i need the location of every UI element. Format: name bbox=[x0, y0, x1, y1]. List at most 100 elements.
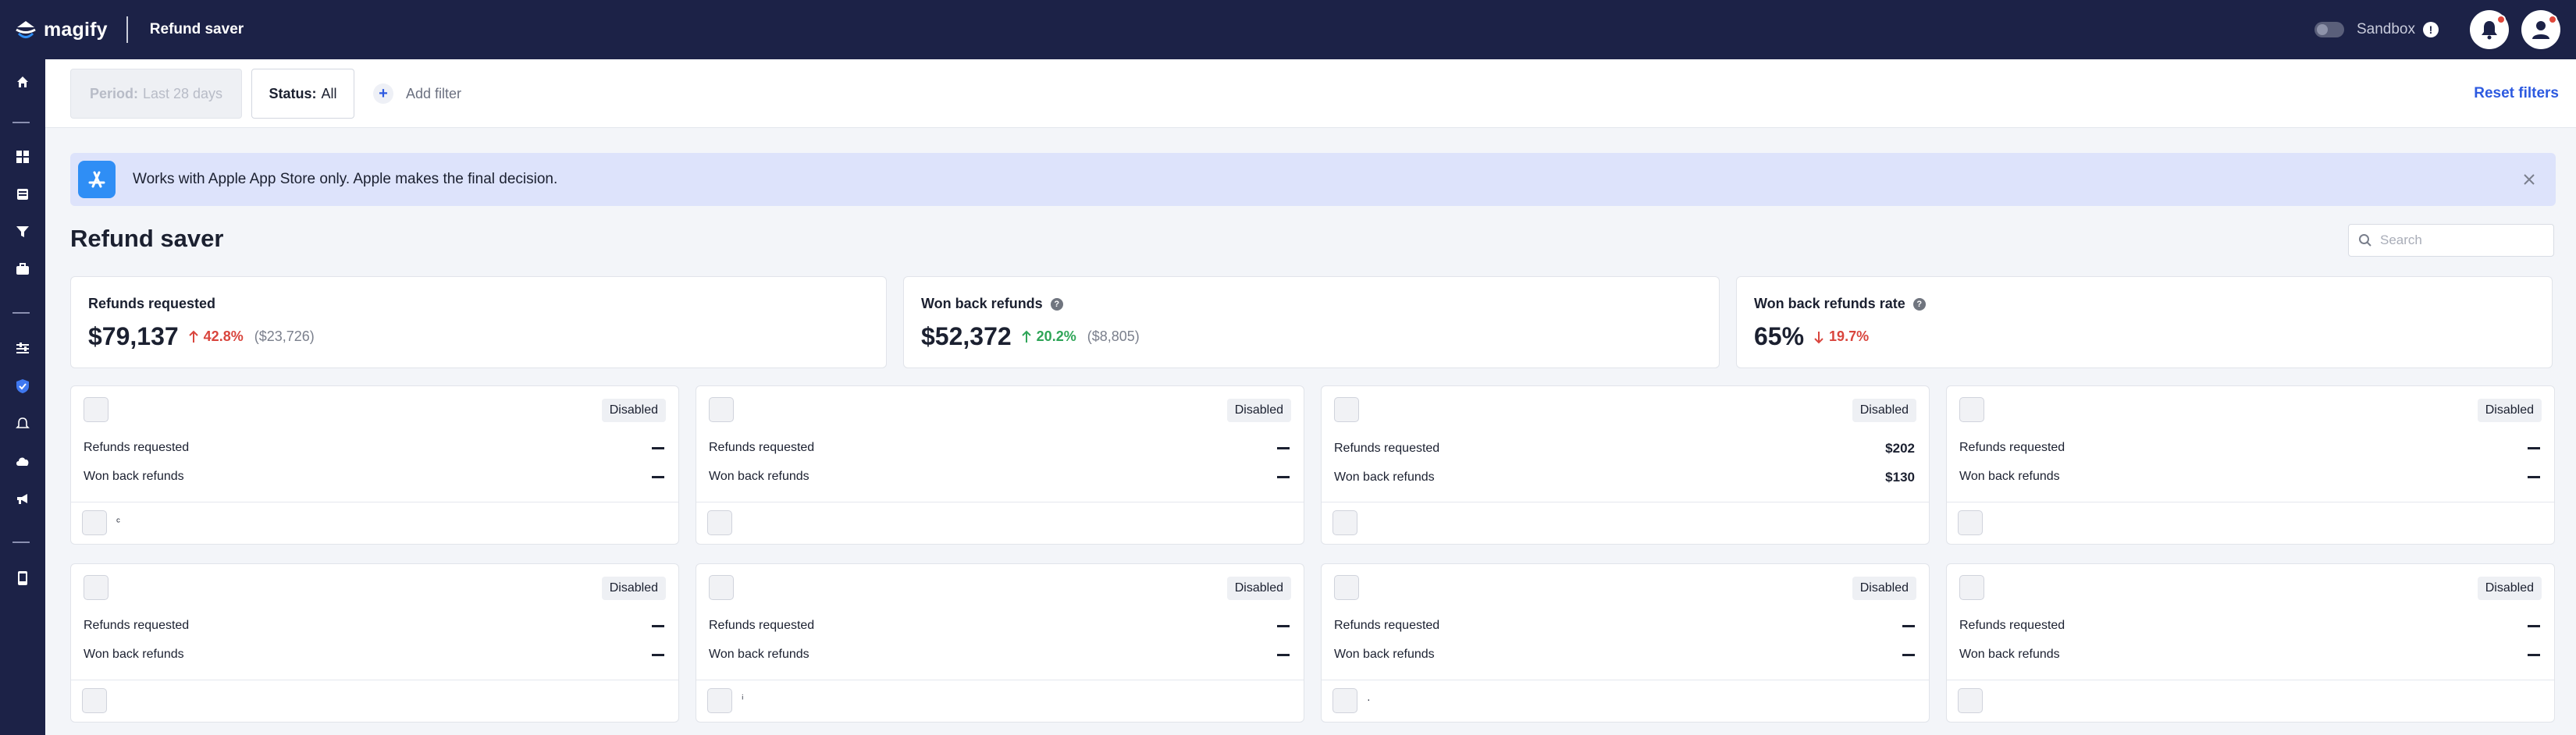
metric-row: 65% 19.7% bbox=[1754, 322, 1869, 351]
refunds-requested-label: Refunds requested bbox=[709, 441, 815, 454]
won-back-refunds-row: Won back refunds bbox=[84, 470, 664, 484]
reset-filters-link[interactable]: Reset filters bbox=[2474, 69, 2559, 119]
app-card-footer bbox=[1947, 502, 2554, 544]
won-back-refunds-row: Won back refunds bbox=[84, 648, 664, 662]
app-logo bbox=[1959, 575, 1984, 600]
arrow-down-icon bbox=[1814, 331, 1823, 343]
megaphone-icon[interactable] bbox=[11, 487, 34, 510]
sidebar-separator bbox=[12, 541, 30, 543]
help-icon[interactable]: ? bbox=[1912, 297, 1926, 311]
metric-delta: 19.7% bbox=[1813, 328, 1869, 345]
status-badge: Disabled bbox=[601, 577, 666, 600]
empty-value-dash bbox=[1277, 446, 1290, 449]
won-back-refunds-value: $130 bbox=[1885, 470, 1915, 485]
user-menu-button[interactable] bbox=[2521, 10, 2560, 49]
bell-icon bbox=[2482, 21, 2497, 40]
app-store-icon bbox=[78, 161, 116, 198]
metric-delta: 20.2% bbox=[1021, 328, 1076, 345]
app-card[interactable]: Disabled Refunds requested Won back refund… bbox=[70, 563, 679, 723]
status-badge: Disabled bbox=[2477, 399, 2542, 422]
phone-icon[interactable] bbox=[11, 566, 34, 590]
app-name: ᶜ bbox=[116, 515, 120, 527]
refunds-requested-label: Refunds requested bbox=[84, 619, 190, 632]
app-card[interactable]: Disabled Refunds requested Won back refund… bbox=[696, 563, 1304, 723]
notifications-button[interactable] bbox=[2470, 10, 2509, 49]
sandbox-toggle[interactable] bbox=[2314, 22, 2344, 37]
won-back-refunds-row: Won back refunds bbox=[709, 470, 1290, 484]
status-badge: Disabled bbox=[1226, 399, 1291, 422]
metric-label-text: Won back refunds rate bbox=[1754, 296, 1905, 311]
app-icon bbox=[82, 510, 107, 535]
won-back-refunds-row: Won back refunds bbox=[1959, 648, 2540, 662]
status-filter-value: All bbox=[321, 85, 337, 101]
dashboard-icon[interactable] bbox=[11, 145, 34, 169]
search-box[interactable] bbox=[2348, 224, 2554, 257]
search-input[interactable] bbox=[2380, 233, 2536, 248]
briefcase-icon[interactable] bbox=[11, 257, 34, 281]
empty-value-dash bbox=[652, 624, 664, 627]
period-filter-key: Period: bbox=[89, 85, 138, 101]
app-icon bbox=[1332, 510, 1357, 535]
metric-value: $52,372 bbox=[921, 322, 1012, 350]
metric-row: $79,137 42.8% ($23,726) bbox=[88, 322, 315, 351]
metric-label-text: Refunds requested bbox=[88, 296, 216, 311]
home-icon[interactable] bbox=[11, 70, 34, 94]
app-card[interactable]: Disabled Refunds requested Won back refund… bbox=[70, 385, 679, 545]
arrow-up-icon bbox=[188, 330, 198, 343]
plus-icon: + bbox=[373, 83, 393, 104]
arrow-up-icon bbox=[1021, 330, 1031, 343]
help-icon[interactable]: ? bbox=[1050, 297, 1063, 311]
refunds-requested-row: Refunds requested bbox=[709, 619, 1290, 633]
won-back-refunds-row: Won back refunds $130 bbox=[1334, 470, 1915, 485]
notification-badge bbox=[2496, 15, 2506, 24]
sandbox-info-icon[interactable]: ! bbox=[2423, 22, 2439, 37]
funnel-icon[interactable] bbox=[11, 220, 34, 243]
empty-value-dash bbox=[1277, 653, 1290, 656]
app-icon bbox=[1332, 688, 1357, 713]
brand[interactable]: magify bbox=[12, 16, 108, 43]
metric-card: Refunds requested $79,137 42.8% ($23,726) bbox=[70, 276, 887, 368]
metric-delta-value: 42.8% bbox=[203, 328, 244, 344]
won-back-refunds-row: Won back refunds bbox=[1334, 648, 1915, 662]
app-card[interactable]: Disabled Refunds requested $202 Won back re… bbox=[1321, 385, 1930, 545]
refunds-requested-row: Refunds requested bbox=[1334, 619, 1915, 633]
sidebar-separator bbox=[12, 122, 30, 123]
add-filter-button[interactable]: + Add filter bbox=[373, 69, 461, 119]
app-card[interactable]: Disabled Refunds requested Won back refund… bbox=[1946, 563, 2555, 723]
inbox-icon[interactable] bbox=[11, 183, 34, 206]
magify-logo-icon bbox=[16, 21, 36, 38]
period-filter[interactable]: Period: Last 28 days bbox=[70, 69, 242, 119]
sliders-icon[interactable] bbox=[11, 337, 34, 360]
cloud-icon[interactable] bbox=[11, 449, 34, 473]
metric-card: Won back refunds rate? 65% 19.7% bbox=[1736, 276, 2553, 368]
shield-icon[interactable] bbox=[11, 375, 34, 398]
app-card-footer bbox=[1947, 680, 2554, 722]
app-card[interactable]: Disabled Refunds requested Won back refund… bbox=[1946, 385, 2555, 545]
sidebar bbox=[0, 59, 45, 735]
app-name: · bbox=[1367, 693, 1371, 705]
won-back-refunds-label: Won back refunds bbox=[1959, 648, 2060, 661]
won-back-refunds-label: Won back refunds bbox=[709, 648, 809, 661]
empty-value-dash bbox=[652, 446, 664, 449]
app-card-footer bbox=[696, 502, 1304, 544]
won-back-refunds-row: Won back refunds bbox=[1959, 470, 2540, 484]
close-icon[interactable] bbox=[2521, 172, 2537, 187]
info-banner: Works with Apple App Store only. Apple m… bbox=[70, 153, 2556, 206]
app-card[interactable]: Disabled Refunds requested Won back refund… bbox=[696, 385, 1304, 545]
metric-delta-value: 20.2% bbox=[1036, 328, 1076, 344]
won-back-refunds-label: Won back refunds bbox=[1334, 648, 1435, 661]
empty-value-dash bbox=[652, 653, 664, 656]
status-filter[interactable]: Status: All bbox=[251, 69, 354, 119]
metric-previous: ($23,726) bbox=[254, 328, 315, 344]
sidebar-separator bbox=[12, 312, 30, 314]
refunds-requested-label: Refunds requested bbox=[1334, 619, 1440, 632]
status-badge: Disabled bbox=[1852, 577, 1916, 600]
metric-row: $52,372 20.2% ($8,805) bbox=[921, 322, 1140, 351]
app-icon bbox=[1958, 688, 1983, 713]
metric-previous: ($8,805) bbox=[1087, 328, 1140, 344]
search-icon bbox=[2359, 234, 2371, 247]
app-card[interactable]: Disabled Refunds requested Won back refund… bbox=[1321, 563, 1930, 723]
app-logo bbox=[709, 575, 734, 600]
bell-outline-icon[interactable] bbox=[11, 412, 34, 435]
app-card-footer bbox=[71, 680, 678, 722]
